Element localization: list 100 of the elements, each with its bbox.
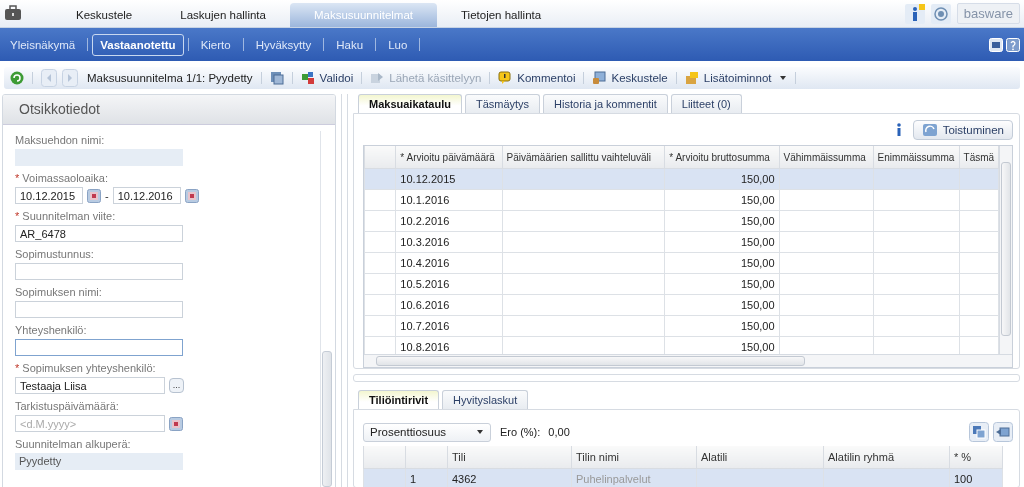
toolbar-button[interactable]: Keskustele: [592, 71, 668, 85]
input-field[interactable]: [15, 301, 183, 318]
column-header[interactable]: * Arvioitu päivämäärä: [395, 146, 502, 169]
tab[interactable]: Historia ja kommentit: [543, 94, 668, 113]
caret-icon: [778, 75, 787, 81]
input-field[interactable]: 10.12.2015: [15, 187, 83, 204]
caret-icon: [476, 429, 484, 435]
field-label: Maksuehdon nimi:: [15, 133, 106, 147]
top-tab[interactable]: Laskujen hallinta: [156, 3, 290, 27]
input-field[interactable]: Testaaja Liisa: [15, 377, 165, 394]
logo: basware: [956, 3, 1020, 24]
column-header[interactable]: * Arvioitu bruttosumma: [664, 146, 780, 169]
readonly-field: Pyydetty: [15, 453, 183, 470]
boxes-icon: [684, 71, 699, 85]
field-label: Tarkistuspäivämäärä:: [15, 399, 120, 413]
briefcase-icon[interactable]: [4, 5, 22, 21]
toolbar-button[interactable]: Kommentoi: [498, 71, 576, 85]
column-header[interactable]: Vähimmäissumma: [779, 146, 874, 169]
table-cell: 10.5.2016: [400, 278, 450, 290]
table-row[interactable]: 10.5.2016 150,00: [364, 273, 999, 295]
column-header[interactable]: Alatilin ryhmä: [823, 446, 950, 469]
table-cell: 150,00: [740, 341, 775, 353]
toolbar-button[interactable]: Validoi: [300, 71, 354, 85]
table-cell: 150,00: [740, 236, 775, 248]
tab[interactable]: Täsmäytys: [464, 94, 541, 113]
table-row[interactable]: 10.3.2016 150,00: [364, 231, 999, 253]
splitter-handle[interactable]: [353, 374, 1020, 382]
table-row[interactable]: 10.6.2016 150,00: [364, 294, 999, 316]
record-status: Maksusuunnitelma 1/1: Pyydetty: [87, 72, 253, 84]
field-label: Sopimustunnus:: [15, 247, 95, 261]
table-cell: 150,00: [740, 215, 775, 227]
scrollbar[interactable]: [999, 146, 1012, 354]
nav-link[interactable]: Luo: [380, 33, 416, 56]
field-label: Sopimuksen nimi:: [15, 285, 103, 299]
table-cell: 10.12.2015: [400, 173, 456, 185]
nav-link[interactable]: Vastaanotettu: [92, 33, 184, 56]
panel-title: Otsikkotiedot: [3, 95, 335, 125]
table-cell: Puhelinpalvelut: [576, 473, 651, 485]
table-cell: 10.8.2016: [400, 341, 450, 353]
dropdown[interactable]: Prosenttiosuus: [363, 422, 491, 442]
table-cell: 1: [410, 473, 417, 485]
table-row[interactable]: 10.4.2016 150,00: [364, 252, 999, 274]
nav-link[interactable]: Hyväksytty: [247, 33, 320, 56]
input-field[interactable]: [15, 263, 183, 280]
input-field[interactable]: [15, 339, 183, 356]
scrollbar[interactable]: [364, 354, 1012, 367]
table-cell: 10.1.2016: [400, 194, 450, 206]
column-header[interactable]: Tili: [447, 446, 572, 469]
info-icon[interactable]: [894, 123, 903, 137]
input-field[interactable]: AR_6478: [15, 225, 183, 242]
table-cell: 10.7.2016: [400, 320, 450, 332]
tab[interactable]: Maksuaikataulu: [358, 94, 462, 113]
column-header[interactable]: * %: [949, 446, 1003, 469]
table-row[interactable]: 10.12.2015 150,00: [364, 168, 999, 190]
input-field[interactable]: <d.M.yyyy>: [15, 415, 165, 432]
column-header[interactable]: Enimmäissumma: [873, 146, 960, 169]
recurrence-button[interactable]: Toistuminen: [912, 120, 1013, 140]
top-tab[interactable]: Keskustele: [52, 3, 157, 27]
speech-bubble-icon: [498, 71, 513, 85]
browse-button[interactable]: ...: [169, 378, 184, 393]
column-header[interactable]: Päivämäärien sallittu vaihteluväli: [502, 146, 665, 169]
tab[interactable]: Liitteet (0): [670, 94, 742, 113]
toolbar-button[interactable]: Lisätoiminnot: [684, 71, 787, 85]
tab[interactable]: Tiliöintirivit: [358, 390, 440, 409]
column-header[interactable]: Alatili: [696, 446, 824, 469]
table-row[interactable]: 10.2.2016 150,00: [364, 210, 999, 232]
nav-link[interactable]: Haku: [328, 33, 372, 56]
scrollbar[interactable]: [320, 131, 333, 487]
window-icon: [592, 71, 607, 85]
refresh-icon[interactable]: [10, 71, 24, 85]
input-field[interactable]: 10.12.2016: [112, 187, 181, 204]
field-label: Ero (%):: [500, 426, 541, 438]
table-row[interactable]: 10.7.2016 150,00: [364, 315, 999, 337]
table-cell: 100: [954, 473, 973, 485]
info-icon[interactable]: [904, 3, 925, 24]
nav-link[interactable]: Yleisnäkymä: [1, 33, 84, 56]
squares-icon: [300, 71, 315, 85]
top-tab[interactable]: Tietojen hallinta: [437, 3, 566, 27]
field-value: 0,00: [548, 426, 570, 438]
field-label: Suunnitelman alkuperä:: [15, 437, 132, 451]
table-cell: 10.2.2016: [400, 215, 450, 227]
help-icon[interactable]: [1006, 37, 1020, 52]
range-separator: -: [105, 189, 109, 202]
split-icon[interactable]: [969, 422, 989, 442]
field-label: * Suunnitelman viite:: [15, 209, 117, 223]
record-icon[interactable]: [930, 3, 951, 24]
nav-link[interactable]: Kierto: [192, 33, 239, 56]
import-icon[interactable]: [993, 422, 1013, 442]
splitter-handle[interactable]: [341, 94, 348, 487]
table-cell: 150,00: [740, 257, 775, 269]
calendar-icon[interactable]: [87, 188, 101, 203]
table-row[interactable]: 1 4362 Puhelinpalvelut 100: [363, 468, 1003, 487]
tab[interactable]: Hyvityslaskut: [442, 390, 529, 409]
column-header[interactable]: Täsmä: [959, 146, 999, 169]
column-header[interactable]: Tilin nimi: [571, 446, 697, 469]
calendar-icon[interactable]: [184, 188, 199, 203]
table-cell: 10.6.2016: [400, 299, 450, 311]
table-cell: 4362: [452, 473, 477, 485]
calendar-icon[interactable]: [169, 416, 183, 431]
table-row[interactable]: 10.1.2016 150,00: [364, 189, 999, 211]
